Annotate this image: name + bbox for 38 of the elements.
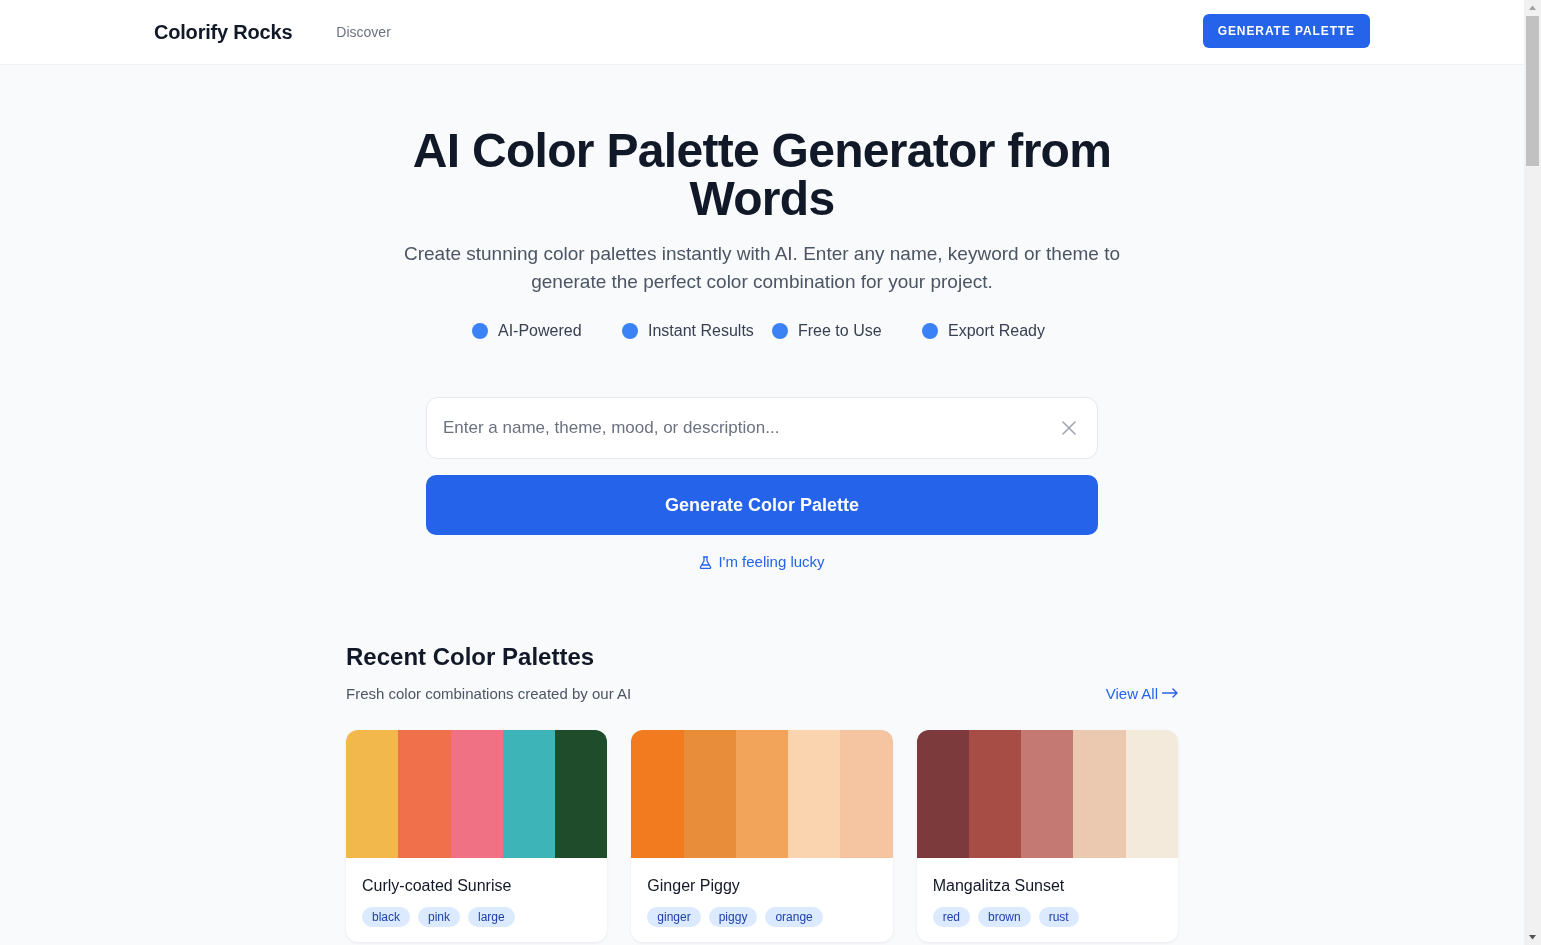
- dot-icon: [922, 323, 938, 339]
- palette-card[interactable]: Curly-coated Sunrise black pink large: [346, 730, 608, 942]
- tag: piggy: [708, 907, 758, 927]
- palette-card[interactable]: Ginger Piggy ginger piggy orange: [631, 730, 893, 942]
- site-logo[interactable]: Colorify Rocks: [154, 20, 293, 44]
- dot-icon: [772, 323, 788, 339]
- section-subtitle: Fresh color combinations created by our AI: [346, 684, 632, 702]
- view-all-link[interactable]: View All: [1105, 684, 1178, 702]
- tag: red: [932, 907, 970, 927]
- generate-palette-button[interactable]: GENERATE PALETTE: [1202, 14, 1370, 48]
- nav-link[interactable]: Discover: [336, 24, 391, 40]
- tag: rust: [1038, 907, 1079, 927]
- section-title: Recent Color Palettes: [346, 642, 596, 672]
- generate-color-palette-button[interactable]: Generate Color Palette: [426, 475, 1098, 535]
- tag: large: [468, 907, 515, 927]
- palette-name: Curly-coated Sunrise: [362, 876, 513, 896]
- feature-label: Free to Use: [798, 322, 882, 340]
- feature-label: Instant Results: [648, 322, 754, 340]
- feature-label: Export Ready: [948, 322, 1045, 340]
- search-field[interactable]: Enter a name, theme, mood, or description...: [426, 397, 1098, 459]
- flask-icon: [699, 555, 713, 569]
- dot-icon: [622, 323, 638, 339]
- tag: pink: [418, 907, 461, 927]
- feature-label: AI-Powered: [498, 322, 582, 340]
- page-subtitle: Create stunning color palettes instantly with AI. Enter any name, keyword or theme to generate the perfect color combination for your project.: [402, 242, 1121, 294]
- close-icon[interactable]: [1062, 421, 1076, 435]
- page-title: AI Color Palette Generator from Words: [411, 127, 1113, 223]
- feeling-lucky-link[interactable]: I'm feeling lucky: [699, 552, 825, 572]
- scrollbar[interactable]: [1524, 0, 1541, 945]
- tag: brown: [978, 907, 1031, 927]
- arrow-right-icon: [1162, 688, 1178, 698]
- tag: black: [362, 907, 410, 927]
- palette-card[interactable]: Mangalitza Sunset red brown rust: [916, 730, 1178, 942]
- palette-name: Ginger Piggy: [647, 876, 741, 896]
- palette-name: Mangalitza Sunset: [932, 876, 1066, 896]
- dot-icon: [472, 323, 488, 339]
- tag: ginger: [647, 907, 701, 927]
- tag: orange: [765, 907, 823, 927]
